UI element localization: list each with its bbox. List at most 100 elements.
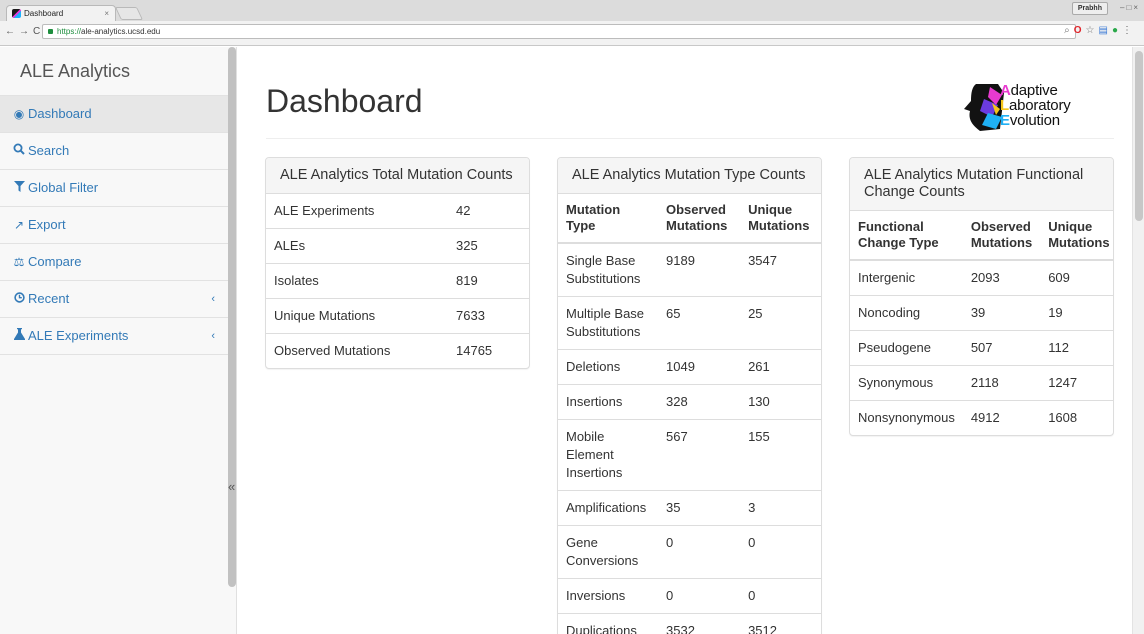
column-header: Unique Mutations (740, 194, 821, 244)
sidebar-item-export[interactable]: ↗ Export (0, 207, 236, 244)
cell-type: Synonymous (850, 365, 963, 401)
chevron-left-icon: ‹ (211, 330, 215, 342)
row-label: Observed Mutations (266, 333, 448, 368)
table-row: Isolates 819 (266, 263, 529, 299)
cell-observed: 507 (962, 330, 1041, 366)
search-icon (12, 133, 26, 169)
page-header: Dashboard Adaptive Laboratory Evolution (266, 81, 1114, 139)
cell-observed: 4912 (962, 400, 1041, 435)
cell-type: Pseudogene (850, 330, 963, 366)
row-value: 7633 (448, 298, 529, 334)
address-bar[interactable]: https://ale-analytics.ucsd.edu (42, 24, 1076, 39)
window-controls[interactable]: –□× (1120, 3, 1140, 12)
row-value: 42 (456, 203, 471, 218)
share-icon: ↗ (13, 218, 25, 232)
cell-observed: 0 (658, 525, 741, 579)
logo-line-evolution: Evolution (1000, 113, 1071, 128)
cell-observed: 567 (658, 419, 741, 491)
sidebar-item-dashboard[interactable]: ◉ Dashboard (0, 96, 236, 133)
filter-icon (12, 170, 26, 206)
column-header: Functional Change Type (850, 211, 963, 261)
cell-observed: 39 (962, 295, 1041, 331)
cell-type: Insertions (558, 384, 658, 420)
sidebar-item-label: Global Filter (28, 180, 99, 195)
profile-button[interactable]: Prabhh (1071, 2, 1108, 15)
table-row: Intergenic 2093 609 (850, 260, 1113, 296)
column-header: Mutation Type (558, 194, 658, 244)
extension-green-icon[interactable]: ● (1112, 25, 1122, 36)
logo-letter-e: E (1000, 112, 1010, 129)
dashboard-icon: ◉ (13, 107, 25, 121)
cell-type: Single Base Substitutions (566, 253, 641, 286)
panel-title: ALE Analytics Mutation Functional Change… (850, 158, 1113, 211)
bookmark-star-icon[interactable]: ☆ (1086, 25, 1099, 36)
mutation-type-counts-panel: ALE Analytics Mutation Type Counts Mutat… (557, 157, 822, 634)
table-row: Synonymous 2118 1247 (850, 365, 1113, 401)
sidebar-collapse-toggle[interactable]: « (228, 479, 235, 494)
cell-unique: 3512 (740, 613, 821, 634)
nav-buttons: ←→C (5, 26, 44, 37)
sidebar-item-ale-experiments[interactable]: ALE Experiments ‹ (0, 318, 236, 355)
cell-type: Nonsynonymous (850, 400, 963, 435)
functional-change-counts-panel: ALE Analytics Mutation Functional Change… (849, 157, 1114, 436)
sidebar: ALE Analytics ◉ Dashboard Search Global … (0, 47, 237, 634)
main-content: Dashboard Adaptive Laboratory Evolution … (238, 47, 1132, 634)
column-header: Observed Mutations (658, 194, 741, 244)
cell-unique: 155 (740, 419, 821, 491)
url-scheme: https:// (57, 27, 82, 36)
row-label: ALE Experiments (274, 203, 375, 218)
total-counts-table: ALE Experiments 42 ALEs 325 Isolates 819 Un… (266, 194, 529, 368)
cell-unique: 609 (1048, 270, 1070, 285)
sidebar-item-compare[interactable]: ⚖ Compare (0, 244, 236, 281)
cell-unique: 0 (740, 525, 821, 579)
forward-icon[interactable]: → (19, 26, 33, 37)
cell-type: Multiple Base Substitutions (558, 296, 658, 350)
page-scrollbar-thumb[interactable] (1135, 51, 1143, 221)
cell-type: Intergenic (858, 270, 916, 285)
logo-text: Adaptive Laboratory Evolution (1000, 83, 1071, 128)
cell-type: Mobile Element Insertions (558, 419, 658, 491)
sidebar-item-search[interactable]: Search (0, 133, 236, 170)
cell-unique: 19 (1040, 295, 1113, 331)
cell-type: Deletions (558, 349, 658, 385)
window-close-icon[interactable]: × (1133, 3, 1140, 12)
cell-observed: 9189 (666, 253, 695, 268)
ale-logo: Adaptive Laboratory Evolution (962, 81, 1072, 135)
table-row: Gene Conversions 0 0 (558, 525, 821, 579)
cell-observed: 65 (658, 296, 741, 350)
browser-tab[interactable]: Dashboard × (6, 5, 116, 21)
cell-type: Duplications (558, 613, 658, 634)
new-tab-button[interactable] (114, 7, 144, 20)
extension-icon[interactable]: ▤ (1099, 25, 1112, 36)
cell-unique: 112 (1040, 330, 1113, 366)
flask-icon (12, 318, 26, 354)
back-icon[interactable]: ← (5, 26, 19, 37)
opera-icon[interactable]: O (1074, 25, 1086, 36)
sidebar-scrollbar[interactable] (228, 47, 236, 587)
table-row: Unique Mutations 7633 (266, 298, 529, 334)
functional-change-table: Functional Change Type Observed Mutation… (850, 211, 1113, 435)
cell-observed: 2118 (962, 365, 1041, 401)
lock-icon (48, 29, 53, 34)
chevron-left-icon: ‹ (211, 293, 215, 305)
table-header-row: Functional Change Type Observed Mutation… (850, 211, 1113, 261)
cell-observed: 328 (658, 384, 741, 420)
sidebar-item-label: Export (28, 217, 66, 232)
page-scrollbar[interactable] (1132, 47, 1144, 634)
column-header: Observed Mutations (962, 211, 1041, 261)
zoom-icon[interactable]: ⌕ (1064, 25, 1074, 36)
sidebar-item-label: ALE Experiments (28, 328, 129, 343)
close-icon[interactable]: × (104, 6, 109, 21)
table-row: Single Base Substitutions 9189 3547 (558, 243, 821, 297)
table-row: Multiple Base Substitutions 65 25 (558, 296, 821, 350)
sidebar-nav: ◉ Dashboard Search Global Filter ↗ Expor… (0, 95, 236, 355)
brand-title[interactable]: ALE Analytics (0, 47, 236, 95)
table-row: Nonsynonymous 4912 1608 (850, 400, 1113, 435)
menu-dots-icon[interactable]: ⋮ (1122, 25, 1136, 36)
table-row: Observed Mutations 14765 (266, 333, 529, 368)
sidebar-item-recent[interactable]: Recent ‹ (0, 281, 236, 318)
table-row: Pseudogene 507 112 (850, 330, 1113, 366)
panel-title: ALE Analytics Total Mutation Counts (266, 158, 529, 194)
clock-icon (12, 281, 26, 317)
sidebar-item-global-filter[interactable]: Global Filter (0, 170, 236, 207)
